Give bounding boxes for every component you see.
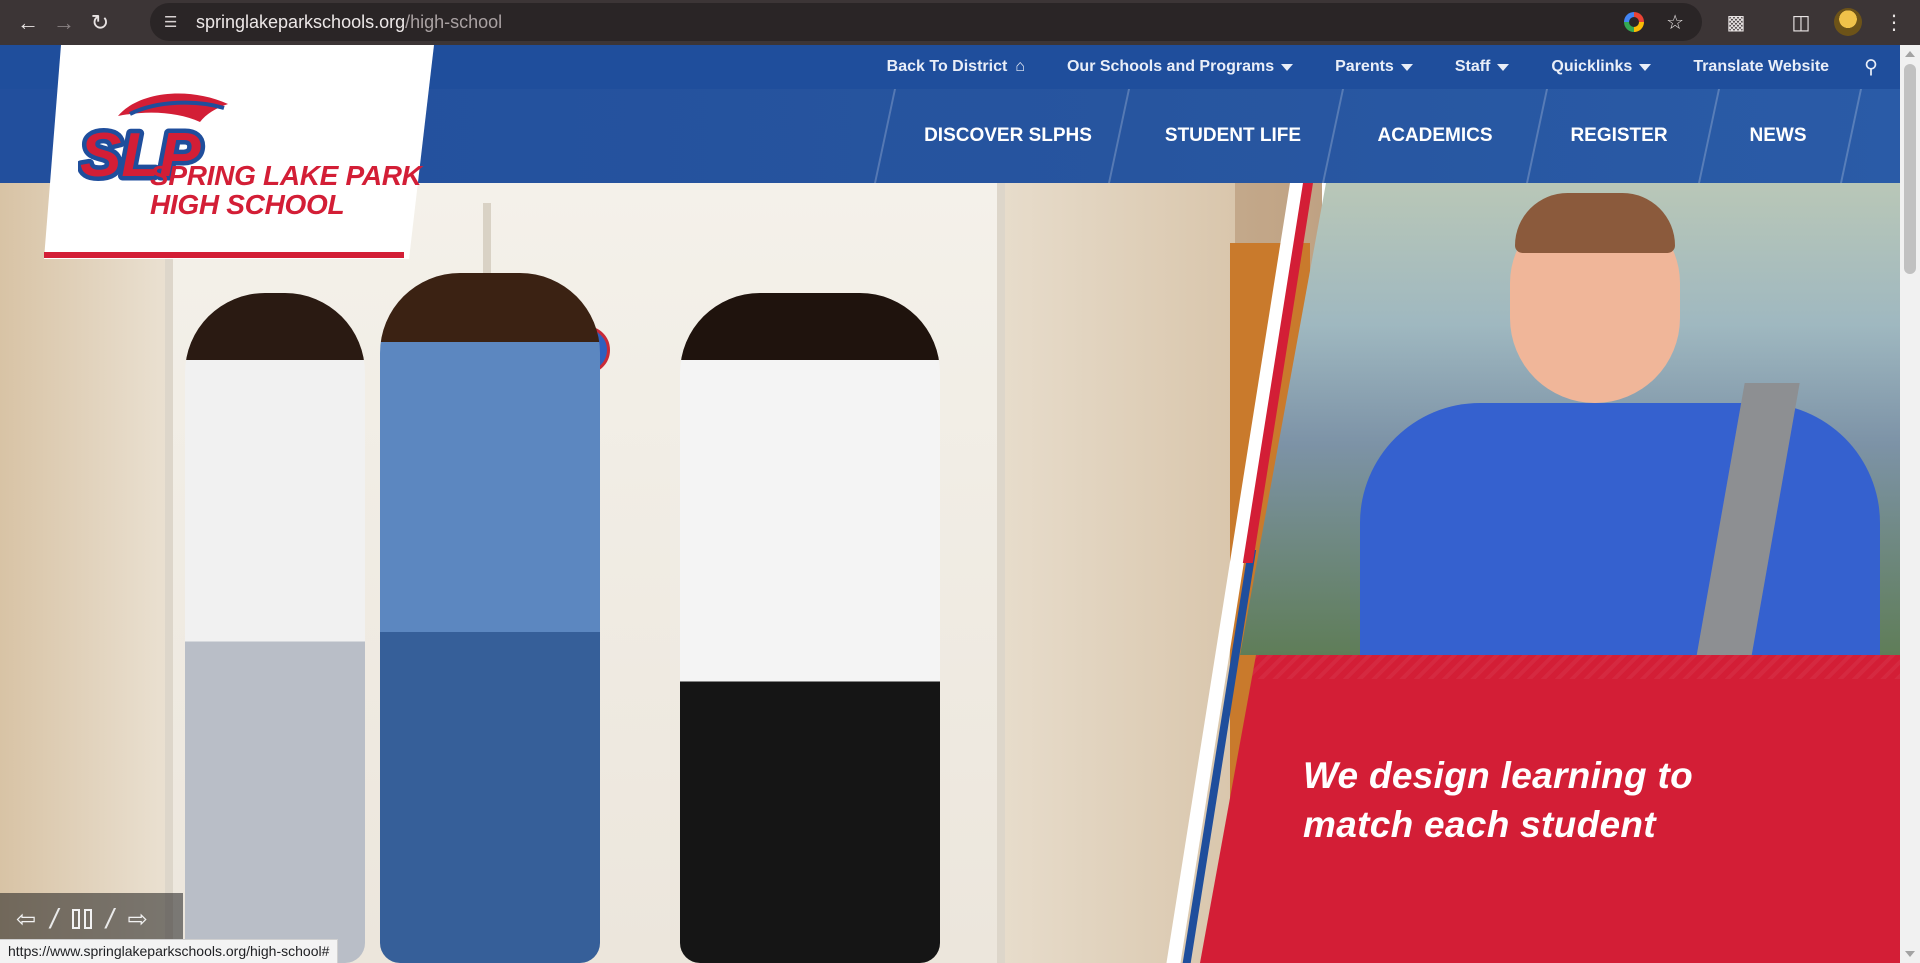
hatch-pattern xyxy=(1200,655,1900,679)
reload-icon[interactable]: ↻ xyxy=(82,5,118,41)
translate-label: Translate Website xyxy=(1693,58,1830,75)
page-scrollbar[interactable] xyxy=(1900,45,1920,963)
back-arrow-icon[interactable]: ← xyxy=(10,5,46,41)
browser-toolbar: ← → ↻ ☰ springlakeparkschools.org/high-s… xyxy=(0,0,1920,45)
staff-label: Staff xyxy=(1454,58,1491,75)
scroll-up-icon[interactable] xyxy=(1905,51,1915,57)
hero-side-image xyxy=(1240,183,1900,655)
back-to-district-link[interactable]: Back To District ⌂ xyxy=(866,58,1046,76)
student-shirt xyxy=(1360,403,1880,655)
forward-arrow-icon[interactable]: → xyxy=(46,5,82,41)
next-slide-icon[interactable]: ⇨ xyxy=(128,905,148,934)
hero-slide-image xyxy=(0,183,1322,963)
side-panel-icon[interactable]: ◫ xyxy=(1783,4,1819,40)
schools-programs-dropdown[interactable]: Our Schools and Programs xyxy=(1046,58,1314,76)
address-bar[interactable]: ☰ springlakeparkschools.org/high-school … xyxy=(150,3,1702,41)
student-figure xyxy=(380,273,600,963)
scrollbar-thumb[interactable] xyxy=(1904,64,1916,274)
menu-kebab-icon[interactable]: ⋮ xyxy=(1876,4,1912,40)
utility-nav: Back To District ⌂ Our Schools and Progra… xyxy=(866,45,1878,89)
staff-dropdown[interactable]: Staff xyxy=(1434,58,1531,76)
scroll-down-icon[interactable] xyxy=(1905,951,1915,957)
link-status-bar: https://www.springlakeparkschools.org/hi… xyxy=(0,939,339,963)
translate-website-link[interactable]: Translate Website xyxy=(1672,58,1850,76)
previous-slide-icon[interactable]: ⇦ xyxy=(16,905,36,934)
quicklinks-label: Quicklinks xyxy=(1551,58,1633,75)
control-divider: / xyxy=(105,903,114,934)
parents-dropdown[interactable]: Parents xyxy=(1314,58,1434,76)
caret-down-icon xyxy=(1639,63,1652,71)
search-icon[interactable]: ⚲ xyxy=(1850,56,1878,79)
address-url[interactable]: springlakeparkschools.org/high-school xyxy=(196,12,502,33)
schools-programs-label: Our Schools and Programs xyxy=(1066,58,1275,75)
quicklinks-dropdown[interactable]: Quicklinks xyxy=(1530,58,1672,76)
school-name-line-1: SPRING LAKE PARK xyxy=(150,160,422,191)
google-icon[interactable] xyxy=(1624,12,1644,32)
student-figure xyxy=(185,293,365,963)
nav-discover-slphs[interactable]: DISCOVER SLPHS xyxy=(890,89,1126,183)
control-divider: / xyxy=(50,903,58,934)
tagline-line-1: We design learning to xyxy=(1303,755,1694,796)
main-nav: DISCOVER SLPHS STUDENT LIFE ACADEMICS RE… xyxy=(890,89,1848,183)
school-name[interactable]: SPRING LAKE PARK HIGH SCHOOL xyxy=(150,161,422,219)
tagline-line-2: match each student xyxy=(1303,804,1656,845)
extensions-icon[interactable]: ▩ xyxy=(1718,4,1754,40)
caret-down-icon xyxy=(1400,63,1413,71)
parents-label: Parents xyxy=(1335,58,1394,75)
site-info-icon[interactable]: ☰ xyxy=(164,13,186,31)
profile-avatar-icon[interactable] xyxy=(1834,8,1862,36)
hero-tagline: We design learning to match each student xyxy=(1303,751,1693,849)
back-to-district-label: Back To District xyxy=(886,58,1008,75)
nav-student-life[interactable]: STUDENT LIFE xyxy=(1126,89,1340,183)
nav-news[interactable]: NEWS xyxy=(1708,89,1848,183)
url-path: /high-school xyxy=(405,11,503,32)
school-name-line-2: HIGH SCHOOL xyxy=(150,189,345,220)
nav-academics[interactable]: ACADEMICS xyxy=(1340,89,1530,183)
pause-icon[interactable] xyxy=(71,909,92,929)
caret-down-icon xyxy=(1281,63,1294,71)
student-hair xyxy=(1515,193,1675,253)
student-figure xyxy=(680,293,940,963)
logo-underline xyxy=(44,252,404,258)
caret-down-icon xyxy=(1497,63,1510,71)
bookmark-star-icon[interactable]: ☆ xyxy=(1666,10,1684,35)
nav-register[interactable]: REGISTER xyxy=(1530,89,1708,183)
student-photo xyxy=(1320,183,1880,655)
home-icon: ⌂ xyxy=(1015,58,1025,75)
url-host: springlakeparkschools.org xyxy=(196,11,406,32)
slider-controls: ⇦ / / ⇨ xyxy=(0,893,183,945)
